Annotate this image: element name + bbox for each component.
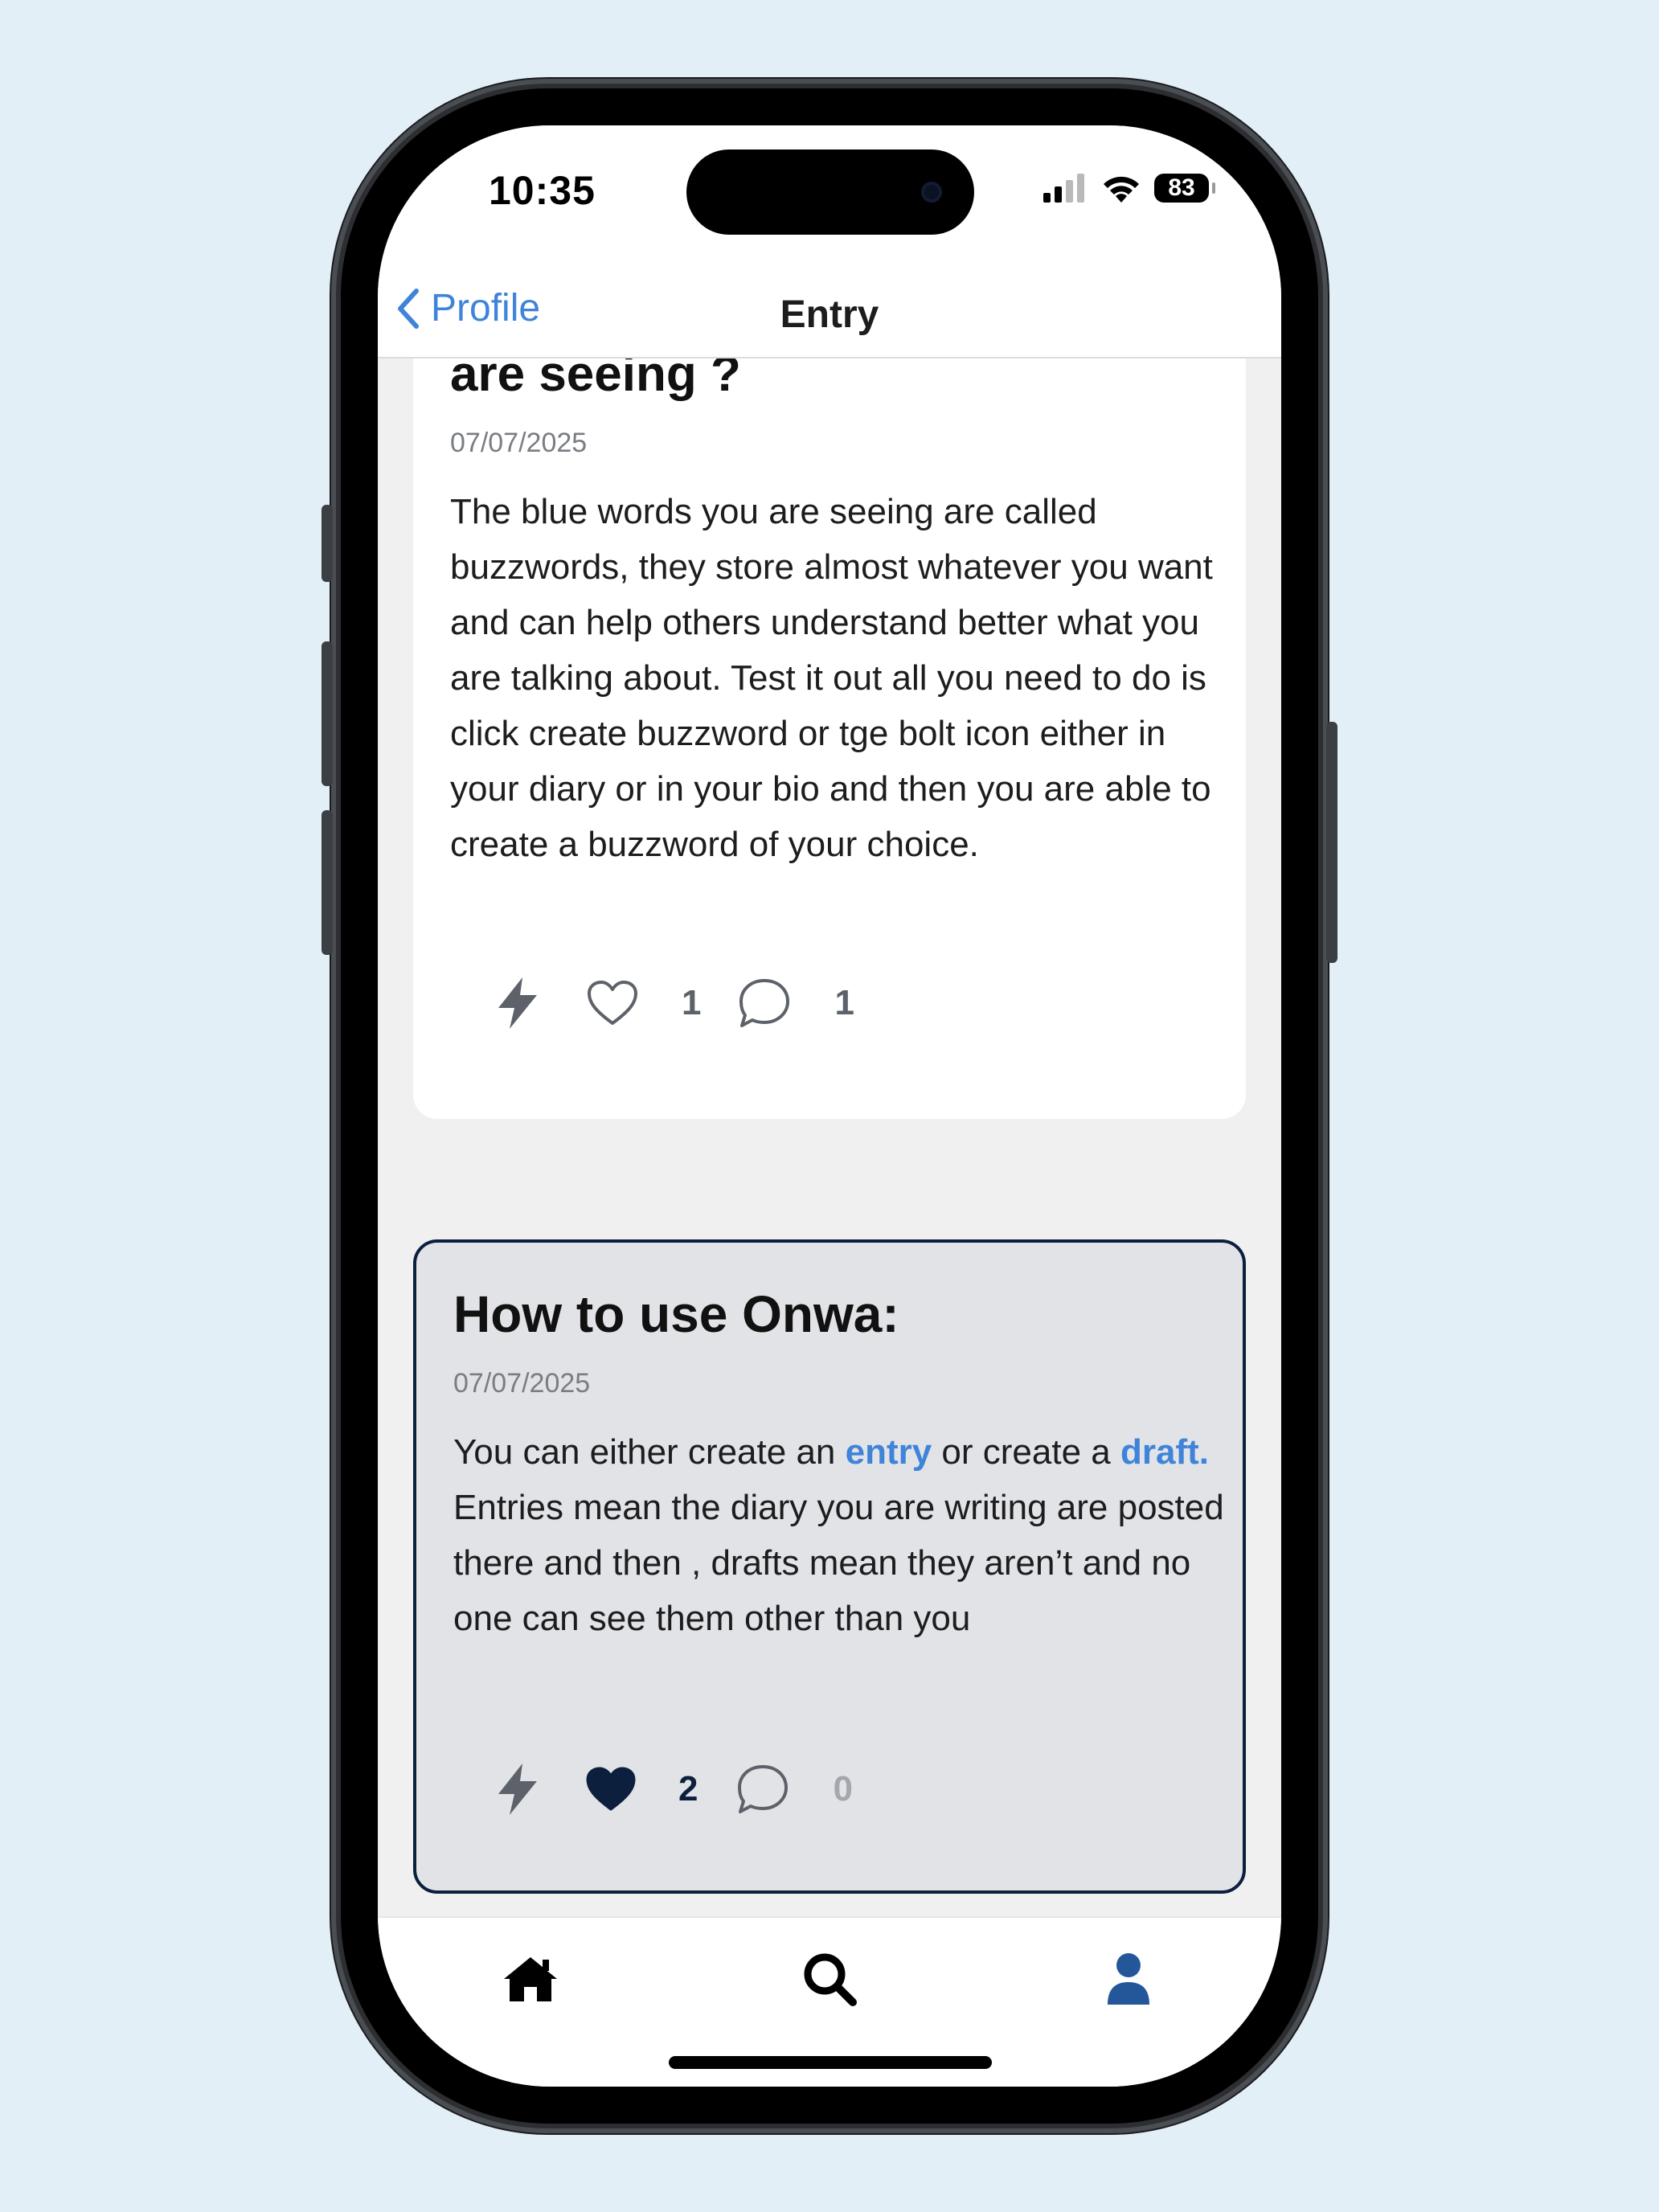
entry-actions: 2 0	[485, 1762, 853, 1817]
entry-card[interactable]: are seeing ? 07/07/2025 The blue words y…	[413, 358, 1246, 1119]
like-button[interactable]	[585, 1766, 637, 1813]
tab-home[interactable]	[498, 1947, 563, 2011]
entry-date: 07/07/2025	[450, 428, 588, 458]
body-text-part: You can either create an	[453, 1432, 846, 1472]
entry-title: are seeing ?	[450, 358, 741, 402]
comment-button[interactable]	[736, 1763, 789, 1815]
entry-actions: 1 1	[485, 976, 854, 1030]
power-button	[1326, 722, 1337, 963]
heart-filled-icon	[586, 1767, 636, 1811]
home-indicator[interactable]	[669, 2056, 992, 2069]
profile-icon	[1108, 1953, 1149, 2005]
navigation-bar: Profile Entry	[378, 262, 1281, 358]
buzzword-button[interactable]	[485, 1762, 550, 1817]
like-button[interactable]	[587, 980, 638, 1026]
action-button	[322, 505, 333, 582]
like-count: 1	[682, 983, 702, 1022]
like-count: 2	[678, 1769, 698, 1809]
screen: 10:35 83 Profile Entry are seeing ? 07/0…	[378, 125, 1281, 2087]
comment-count: 0	[833, 1769, 853, 1809]
comment-count: 1	[834, 983, 854, 1022]
entry-title: How to use Onwa:	[453, 1285, 899, 1343]
bolt-icon	[498, 977, 537, 1029]
heart-outline-icon	[588, 981, 637, 1025]
front-camera	[921, 182, 942, 203]
comment-button[interactable]	[738, 977, 791, 1029]
body-text-part: or create a	[932, 1432, 1120, 1472]
home-icon	[504, 1957, 557, 2001]
dynamic-island	[686, 150, 974, 235]
battery-indicator: 83	[1154, 174, 1215, 203]
comment-icon	[738, 1765, 789, 1813]
body-text-part: Entries mean the diary you are writing a…	[453, 1488, 1224, 1638]
status-icons: 83	[1043, 170, 1215, 206]
entries-feed[interactable]: are seeing ? 07/07/2025 The blue words y…	[378, 358, 1281, 1919]
phone-frame: 10:35 83 Profile Entry are seeing ? 07/0…	[322, 79, 1337, 2133]
status-bar: 10:35 83	[378, 125, 1281, 262]
wifi-icon	[1104, 176, 1139, 203]
entry-body: The blue words you are seeing are called…	[450, 492, 1213, 864]
page-title: Entry	[780, 293, 879, 336]
volume-down-button	[322, 810, 333, 955]
entry-date: 07/07/2025	[453, 1368, 591, 1399]
search-icon	[804, 1953, 857, 2006]
status-time: 10:35	[489, 168, 596, 213]
bolt-icon	[498, 1763, 537, 1815]
entry-card-selected[interactable]: How to use Onwa: 07/07/2025 You can eith…	[413, 1239, 1246, 1894]
tab-search[interactable]	[797, 1947, 862, 2011]
tab-bar	[378, 1916, 1281, 2087]
comment-icon	[739, 979, 790, 1027]
cellular-signal-icon	[1043, 174, 1084, 203]
tab-profile[interactable]	[1096, 1947, 1161, 2011]
buzzword-button[interactable]	[485, 976, 550, 1030]
volume-up-button	[322, 641, 333, 786]
entry-body: You can either create an entry or create…	[453, 1424, 1225, 1646]
buzzword-entry[interactable]: entry	[846, 1432, 932, 1472]
buzzword-draft[interactable]: draft.	[1120, 1432, 1209, 1472]
